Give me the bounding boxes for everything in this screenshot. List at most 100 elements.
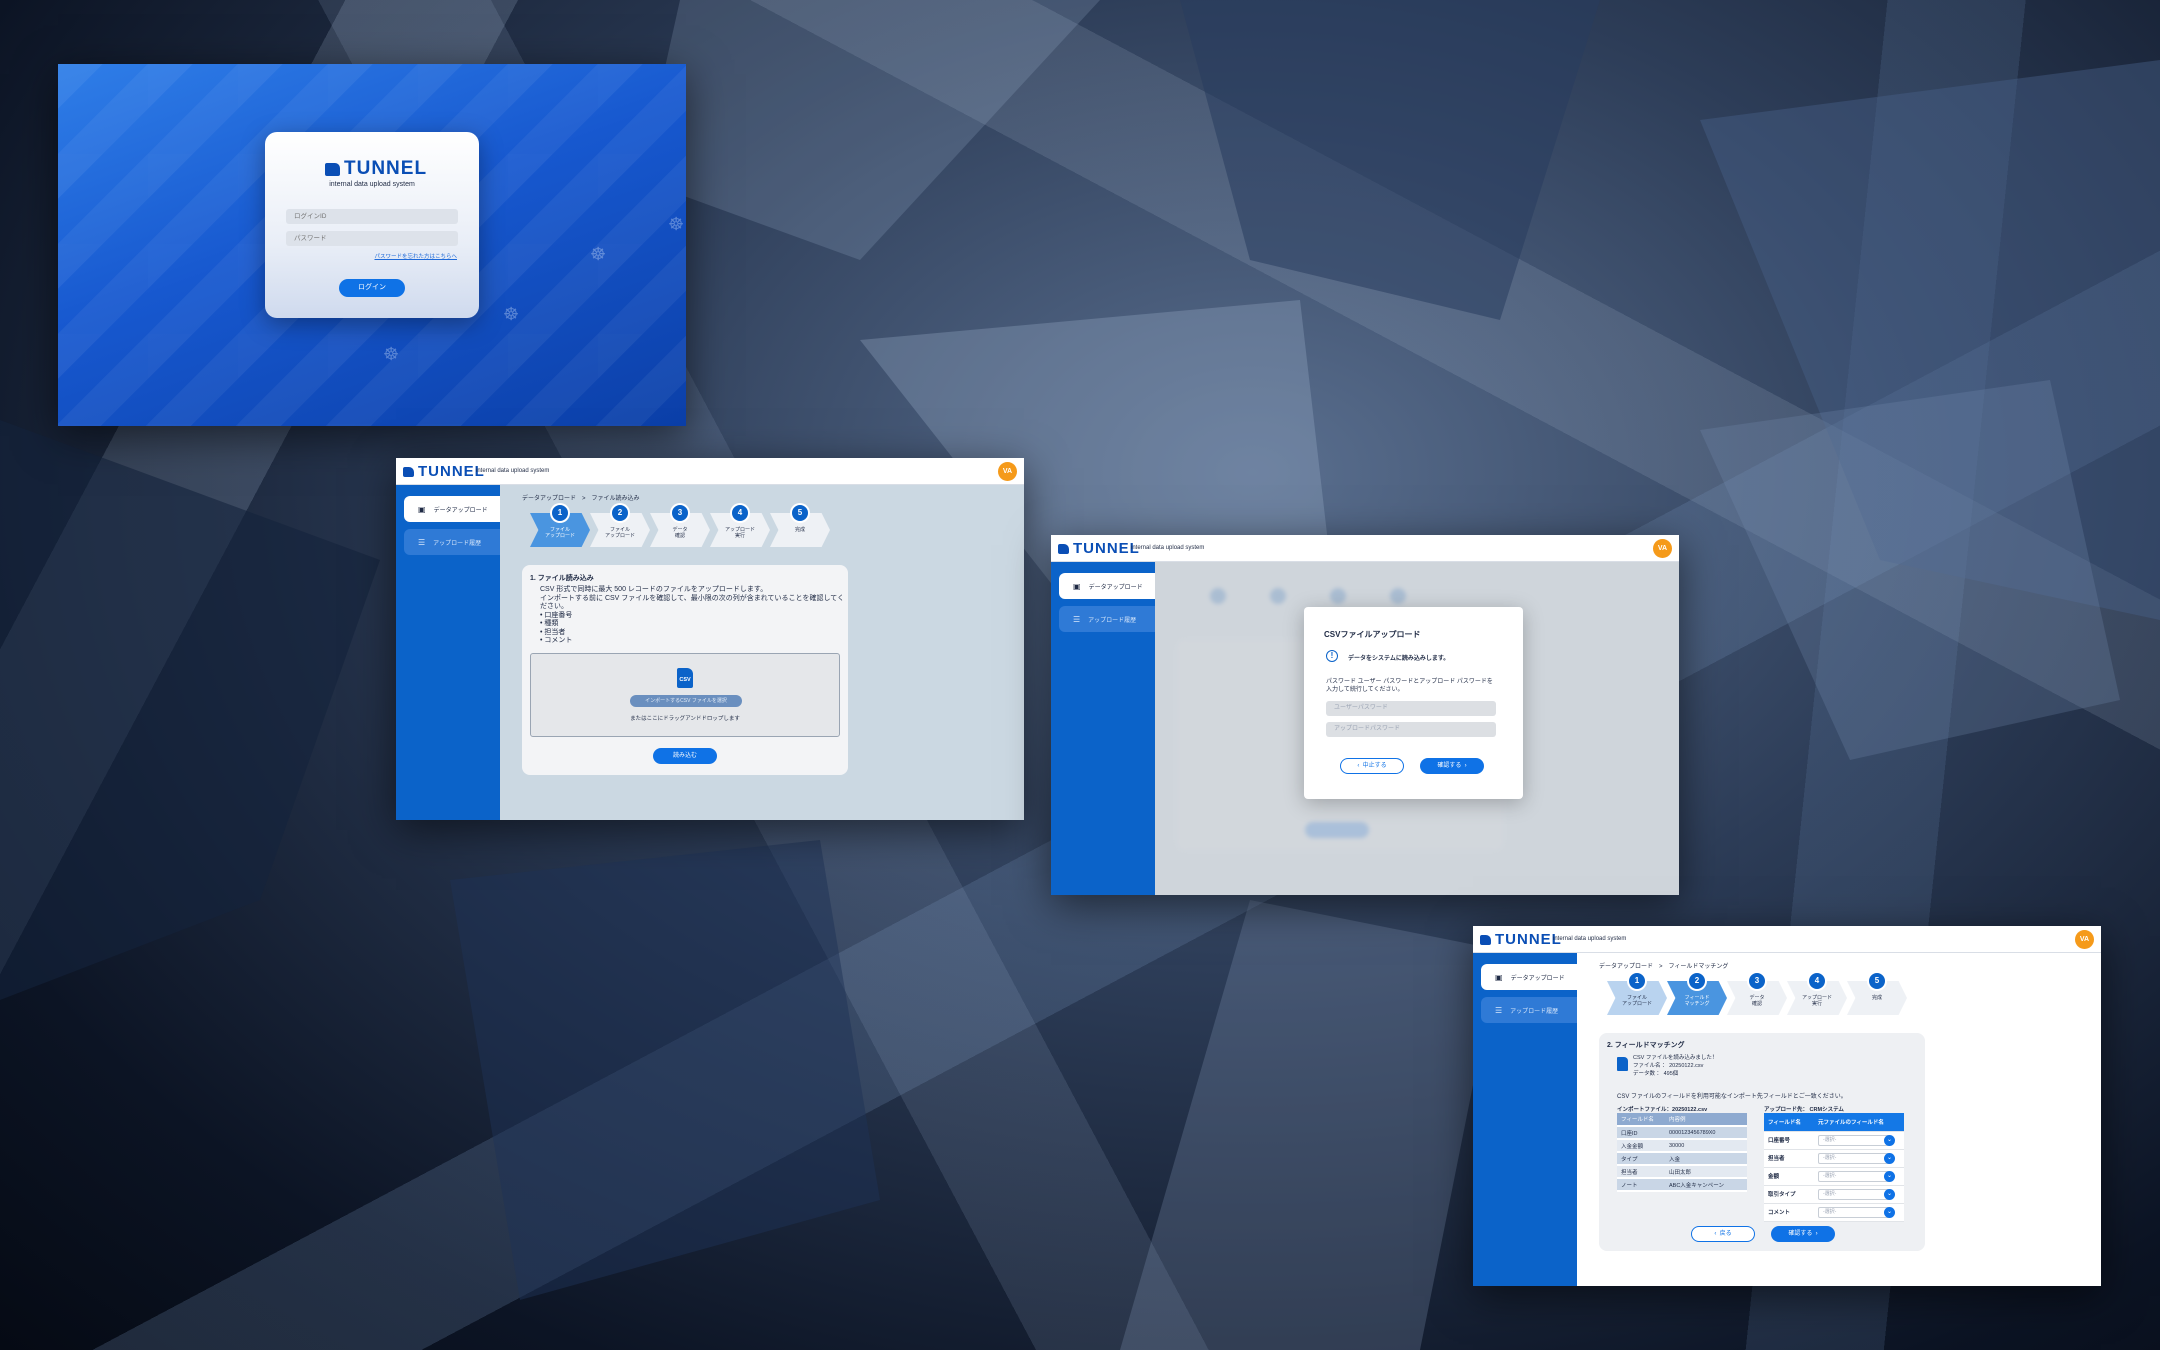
cancel-button[interactable]: ‹ 中止する [1340,758,1404,774]
select-placeholder: -選択- [1823,1136,1837,1143]
instruction-line: インポートする前に CSV ファイルを確認して、最小限の次の列が含まれていること… [540,594,845,611]
sidebar-item-data-upload[interactable]: ▣ データアップロード [1059,573,1155,599]
section-title: 1. ファイル読み込み [530,575,594,582]
list-item: • 口座番号 [540,611,573,619]
load-button[interactable]: 読み込む [653,748,717,764]
upload-password-input[interactable]: アップロードパスワード [1326,722,1496,737]
data-count-row: データ数 ： 495個 [1633,1071,1679,1077]
chevron-down-icon: ⌄ [1884,1134,1895,1146]
step-label: 完成 [1871,995,1882,1001]
field-select[interactable]: -選択- ⌄ [1818,1170,1895,1182]
field-select[interactable]: -選択- ⌄ [1818,1152,1895,1164]
avatar[interactable]: VA [998,462,1017,481]
password-input[interactable] [286,231,458,246]
app-header: TUNNEL internal data upload system VA [1051,535,1679,562]
field-select-cell: -選択- ⌄ [1814,1203,1904,1222]
sidebar-item-upload-history[interactable]: ☰ アップロード履歴 [1481,997,1577,1023]
field-name: 担当者 [1617,1165,1665,1179]
login-id-input[interactable] [286,209,458,224]
step-label: 実行 [1811,1001,1822,1007]
app-header: TUNNEL internal data upload system VA [1473,926,2101,953]
upload-target-heading: アップロード先： CRMシステム [1764,1105,1844,1113]
chevron-right-icon: › [1812,1231,1818,1237]
file-name: 20250122.csv [1669,1063,1704,1069]
logo-text: TUNNEL [1495,931,1562,948]
ship-wheel-icon: ☸ [668,214,685,234]
drop-zone[interactable]: CSV インポートするCSV ファイルを選択 またはここにドラッグアンドドロップ… [530,653,840,737]
step-label: アップロード [604,533,635,539]
modal-title: CSVファイルアップロード [1324,630,1421,639]
count-value: 495個 [1663,1071,1679,1077]
sidebar: ▣ データアップロード ☰ アップロード履歴 [1473,953,1577,1286]
table-row: 口座番号 -選択- ⌄ [1764,1131,1904,1150]
tunnel-logo[interactable]: TUNNEL [1480,931,1562,948]
column-header: フィールド名 [1764,1113,1814,1132]
column-header: フィールド名 [1617,1113,1665,1127]
instructions: CSV 形式で同時に最大 500 レコードのファイルをアップロードします。 イン… [540,586,848,646]
table-row: コメント -選択- ⌄ [1764,1203,1904,1222]
field-select[interactable]: -選択- ⌄ [1818,1188,1895,1200]
main-content: データアップロード > ファイル読み込み ファイル アップロード 1 ファイル アッ… [500,485,1024,820]
chevron-down-icon: ⌄ [1884,1206,1895,1218]
sample-value: 入金 [1665,1152,1747,1166]
step-number: 5 [792,505,808,521]
sidebar-item-data-upload[interactable]: ▣ データアップロード [404,496,500,522]
avatar[interactable]: VA [2075,930,2094,949]
file-upload-card: 1. ファイル読み込み CSV 形式で同時に最大 500 レコードのファイルをア… [522,565,848,775]
field-name: コメント [1764,1203,1814,1222]
sidebar-item-upload-history[interactable]: ☰ アップロード履歴 [404,529,500,555]
history-list-icon: ☰ [418,537,426,547]
avatar[interactable]: VA [1653,539,1672,558]
list-item: • コメント [540,637,573,644]
select-csv-button[interactable]: インポートするCSV ファイルを選択 [630,695,742,707]
chevron-down-icon: ⌄ [1884,1152,1895,1164]
sidebar: ▣ データアップロード ☰ アップロード履歴 [1051,562,1155,895]
sidebar-item-upload-history[interactable]: ☰ アップロード履歴 [1059,606,1155,632]
progress-steps: ファイル アップロード 1 ファイル アップロード 2 データ 確認 3 アップロード… [530,505,830,547]
csv-label: CSV [679,677,691,683]
tunnel-logo[interactable]: TUNNEL [403,463,485,480]
table-row: ノート ABC入金キャンペーン [1617,1178,1747,1192]
step-number: 3 [1749,973,1765,989]
matching-instruction: CSV ファイルのフィールドを利用可能なインポート先フィールドとご一致ください。 [1617,1094,1847,1100]
button-label: 確認する [1788,1231,1813,1237]
column-header: 内容例 [1665,1113,1747,1127]
count-label: データ数 [1633,1071,1656,1077]
table-header-row: フィールド名 内容例 [1617,1113,1747,1127]
sidebar-item-label: アップロード履歴 [1510,1008,1559,1015]
logo-text: TUNNEL [418,463,485,480]
logo-text: TUNNEL [1073,540,1140,557]
field-name: タイプ [1617,1152,1665,1166]
field-select-cell: -選択- ⌄ [1814,1185,1904,1204]
tagline: internal data upload system [1131,545,1205,551]
step-label: 確認 [674,533,685,539]
confirm-button[interactable]: 確認する › [1771,1226,1835,1242]
select-placeholder: -選択- [1823,1208,1837,1215]
tunnel-logo[interactable]: TUNNEL [1058,540,1140,557]
modal-notice: データをシステムに読み込みします。 [1348,656,1450,662]
sample-value: ABC入金キャンペーン [1665,1178,1747,1192]
table-row: 口座ID 0000123456789X0 [1617,1126,1747,1140]
sidebar: ▣ データアップロード ☰ アップロード履歴 [396,485,500,820]
field-name: 入金金額 [1617,1139,1665,1153]
main-content: データアップロード > フィールドマッチング ファイル アップロード 1 フィール… [1577,953,2101,1286]
import-file-heading: インポートファイル：20250122.csv [1617,1105,1707,1113]
back-button[interactable]: ‹ 戻る [1691,1226,1755,1242]
csv-file-icon: CSV [677,668,693,688]
field-name: 金額 [1764,1167,1814,1186]
chevron-right-icon: › [1461,763,1467,769]
user-password-input[interactable]: ユーザーパスワード [1326,701,1496,716]
sidebar-item-data-upload[interactable]: ▣ データアップロード [1481,964,1577,990]
step-number: 1 [1629,973,1645,989]
confirm-button[interactable]: 確認する › [1420,758,1484,774]
field-select[interactable]: -選択- ⌄ [1818,1206,1895,1218]
field-matching-card: 2. フィールドマッチング CSV ファイルを読み込みました！ ファイル名 ： … [1599,1033,1925,1251]
step-label: アップロード [1621,1001,1652,1007]
sidebar-item-label: データアップロード [433,507,488,514]
csv-file-icon [1617,1057,1628,1071]
app-header: TUNNEL internal data upload system VA [396,458,1024,485]
field-select[interactable]: -選択- ⌄ [1818,1134,1895,1146]
chevron-down-icon: ⌄ [1884,1170,1895,1182]
login-button[interactable]: ログイン [339,279,405,297]
forgot-password-link[interactable]: パスワードを忘れた方はこちらへ [374,252,457,260]
